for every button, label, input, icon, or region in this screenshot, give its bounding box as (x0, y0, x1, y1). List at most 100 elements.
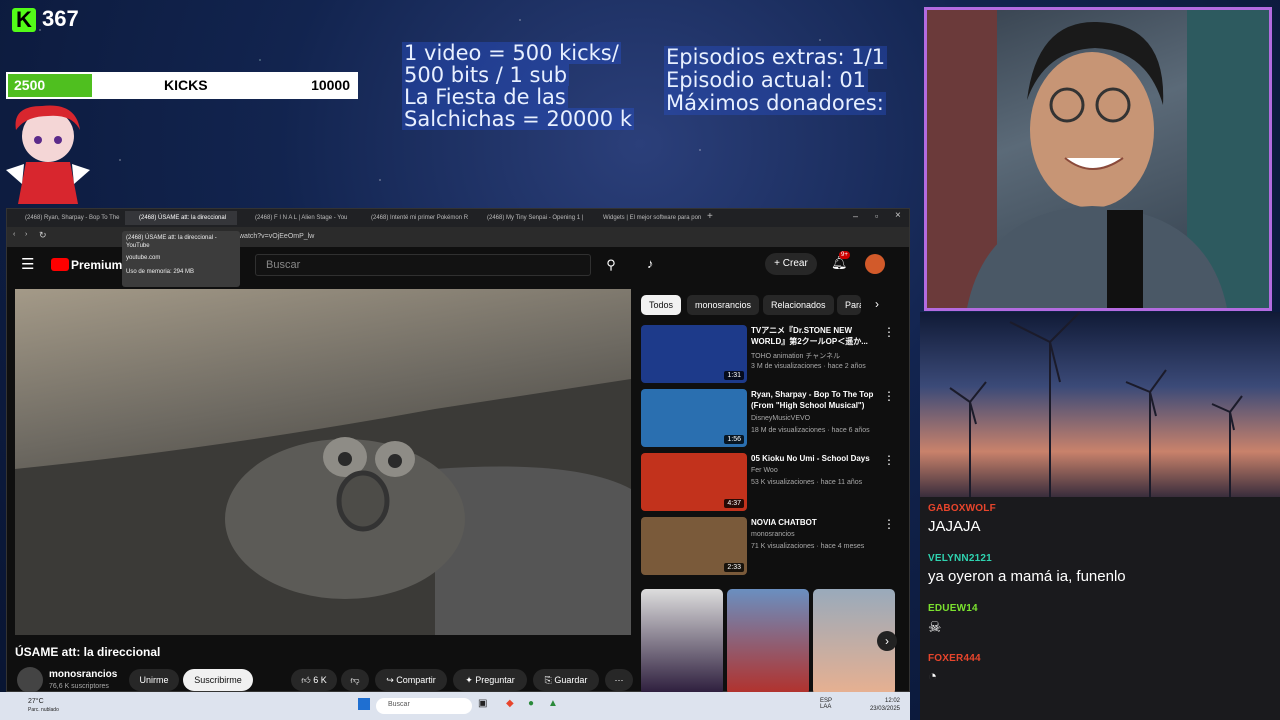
recommendation-item[interactable]: 2:33 NOVIA CHATBOT monosrancios 71 K vis… (641, 517, 897, 577)
premium-logo[interactable]: Premium (71, 258, 122, 272)
chat-message: VELYNN2121 ya oyeron a mamá ia, funenlo (928, 553, 1273, 585)
tooltip-site: YouTube (126, 243, 150, 249)
chip-related[interactable]: Relacionados (763, 295, 834, 315)
browser-tab[interactable]: (2468) F I N A L | Alien Stage - You (241, 211, 353, 225)
rec-meta: 71 K visualizaciones · hace 4 meses (751, 543, 865, 550)
microphone-icon[interactable]: ♪ (647, 256, 654, 271)
promo-text: 1 video = 500 kicks/ 500 bits / 1 sub La… (402, 42, 634, 130)
new-tab-icon[interactable]: + (707, 211, 713, 222)
kebab-menu-icon[interactable]: ⋮ (883, 389, 895, 403)
rec-meta: 53 K visualizaciones · hace 11 años (751, 479, 863, 486)
app-icon[interactable]: ● (528, 698, 534, 709)
language-indicator[interactable]: ESP LAA (820, 698, 844, 710)
app-icon[interactable]: ▲ (548, 698, 558, 709)
tab-strip: (2468) Ryan, Sharpay - Bop To The Ti (24… (7, 209, 909, 227)
video-frame (15, 379, 631, 635)
duration-badge: 4:37 (724, 499, 744, 508)
avatar[interactable] (865, 254, 885, 274)
skull-emote-icon: ☠ (928, 619, 942, 636)
recommendation-item[interactable]: 4:37 05 Kioku No Umi - School Days Fer W… (641, 453, 897, 513)
webcam-frame (924, 7, 1272, 311)
minimize-icon[interactable]: – (853, 211, 858, 221)
browser-tab[interactable]: (2468) Ryan, Sharpay - Bop To The Ti (11, 211, 121, 225)
rec-channel[interactable]: monosrancios (751, 531, 795, 538)
share-button[interactable]: ↪ Compartir (375, 669, 447, 691)
browser-tab[interactable]: Widgets | El mejor software para pon (589, 211, 701, 225)
rec-title[interactable]: Ryan, Sharpay - Bop To The Top (From "Hi… (751, 389, 881, 411)
chat-username[interactable]: VELYNN2121 (928, 553, 1273, 564)
rec-title[interactable]: TVアニメ『Dr.STONE NEW WORLD』第2クールOP＜遥か... (751, 325, 881, 347)
shorts-shelf: › (641, 589, 897, 695)
dislike-icon[interactable]: 👎︎ (341, 669, 369, 691)
search-icon[interactable]: ⚲ (597, 254, 625, 276)
channel-name[interactable]: monosrancios (49, 669, 117, 680)
chip-todos[interactable]: Todos (641, 295, 682, 315)
video-thumbnail[interactable]: 4:37 (641, 453, 747, 511)
windows-start-icon[interactable] (358, 698, 370, 710)
brave-icon[interactable]: ◆ (506, 698, 514, 709)
chevron-right-icon[interactable]: › (877, 631, 897, 651)
video-thumbnail[interactable]: 2:33 (641, 517, 747, 575)
save-button[interactable]: ⎘ Guardar (533, 669, 599, 691)
kick-count: 367 (42, 6, 79, 31)
browser-tab[interactable]: (2468) My Tiny Senpai - Opening 1 | (473, 211, 585, 225)
app-icon[interactable]: ▣ (478, 698, 487, 709)
youtube-logo-icon[interactable] (51, 258, 69, 271)
rec-channel[interactable]: TOHO animation チャンネル (751, 351, 840, 361)
join-button[interactable]: Unirme (129, 669, 179, 691)
short-thumbnail[interactable] (727, 589, 809, 695)
rec-channel[interactable]: DisneyMusicVEVO (751, 415, 810, 422)
promo-line: 1 video = 500 kicks/ (402, 41, 621, 65)
subscriber-count: 76,6 K suscriptores (49, 683, 109, 690)
recommendation-item[interactable]: 1:56 Ryan, Sharpay - Bop To The Top (Fro… (641, 389, 897, 449)
chip-para[interactable]: Para (837, 295, 861, 315)
weather-temp[interactable]: 27°C (28, 698, 44, 705)
rec-title[interactable]: 05 Kioku No Umi - School Days (751, 453, 881, 464)
short-thumbnail[interactable] (641, 589, 723, 695)
more-options-icon[interactable]: ⋯ (605, 669, 633, 691)
goal-min: 2500 (14, 77, 46, 93)
system-clock[interactable]: 12:02 23/03/2025 (870, 697, 900, 713)
reload-icon[interactable]: ↻ (39, 230, 47, 241)
sparkle-icon: ✦ (465, 675, 473, 685)
thumbs-up-icon: 👍︎ (301, 675, 311, 685)
info-line: Episodio actual: 01 (664, 68, 869, 92)
like-count: 6 K (313, 675, 327, 685)
video-thumbnail[interactable]: 1:56 (641, 389, 747, 447)
video-player[interactable] (15, 289, 631, 635)
rec-channel[interactable]: Fer Woo (751, 467, 778, 474)
chevron-right-icon[interactable]: › (875, 297, 879, 311)
rec-meta: 18 M de visualizaciones · hace 6 años (751, 427, 870, 434)
channel-avatar[interactable] (17, 667, 43, 693)
back-icon[interactable]: ‹ (13, 231, 15, 238)
create-button[interactable]: + Crear (765, 253, 817, 275)
kebab-menu-icon[interactable]: ⋮ (883, 453, 895, 467)
video-thumbnail[interactable]: 1:31 (641, 325, 747, 383)
windmill-scene (920, 311, 1280, 498)
promo-line: 500 bits / 1 sub (402, 63, 570, 87)
chip-channel[interactable]: monosrancios (687, 295, 760, 315)
kebab-menu-icon[interactable]: ⋮ (883, 517, 895, 531)
taskbar-search[interactable]: Buscar (376, 698, 472, 714)
search-input[interactable]: Buscar (255, 254, 591, 276)
kebab-menu-icon[interactable]: ⋮ (883, 325, 895, 339)
maximize-icon[interactable]: ▫ (875, 211, 878, 221)
forward-icon[interactable]: › (25, 231, 27, 238)
subscribe-button[interactable]: Suscribirme (183, 669, 253, 691)
clock-time: 12:02 (884, 698, 900, 704)
rec-title[interactable]: NOVIA CHATBOT (751, 517, 881, 528)
ask-button[interactable]: ✦ Preguntar (453, 669, 527, 691)
chat-username[interactable]: FOXER444 (928, 653, 1273, 664)
close-icon[interactable]: × (895, 210, 901, 221)
bookmark-icon: ⎘ (544, 675, 552, 685)
like-button[interactable]: 👍︎ 6 K (291, 669, 337, 691)
chat-username[interactable]: EDUEW14 (928, 603, 1273, 614)
recommendation-item[interactable]: 1:31 TVアニメ『Dr.STONE NEW WORLD』第2クールOP＜遥か… (641, 325, 897, 385)
url-field[interactable]: watch?v=vOjEeOmP_lw (239, 233, 314, 240)
tooltip-memory: Uso de memoria: 294 MB (126, 269, 195, 275)
browser-tab[interactable]: (2468) Intenté mi primer Pokémon R (357, 211, 469, 225)
browser-tab-active[interactable]: (2468) ÚSAME att: la direccional (125, 211, 237, 225)
menu-icon[interactable]: ☰ (21, 255, 34, 273)
chat-username[interactable]: GABOXWOLF (928, 503, 1273, 514)
goal-max: 10000 (311, 77, 350, 93)
